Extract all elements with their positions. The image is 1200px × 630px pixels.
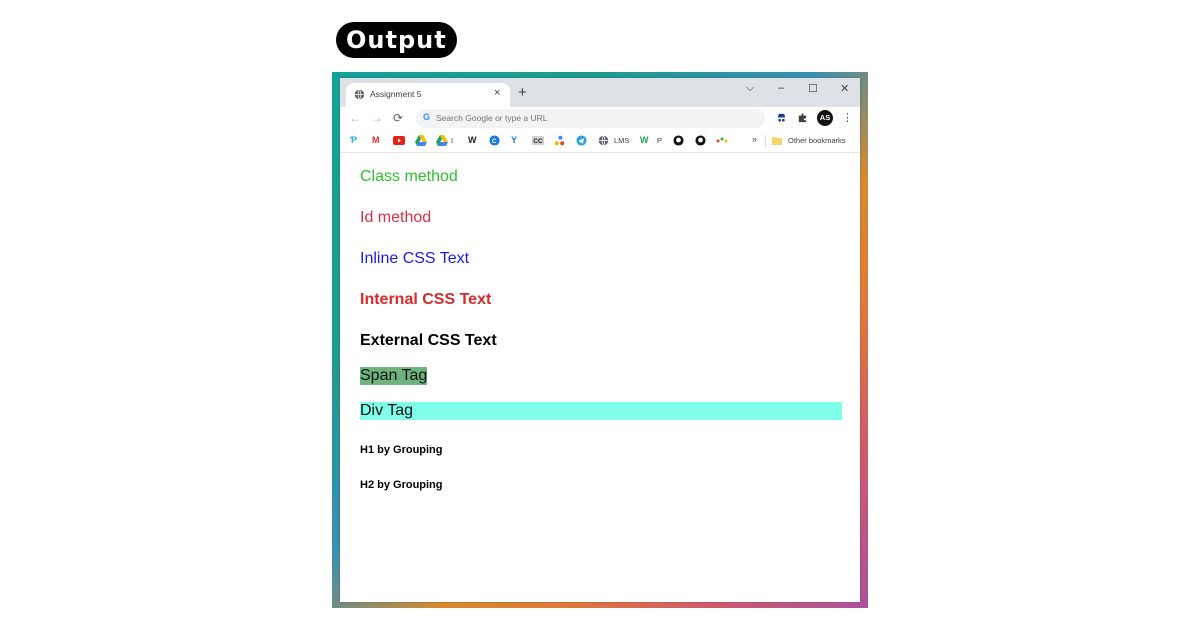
youtube-icon[interactable] xyxy=(393,136,405,145)
class-method-text: Class method xyxy=(360,168,458,185)
menu-icon[interactable]: ⋮ xyxy=(842,111,853,124)
external-css-text: External CSS Text xyxy=(360,332,497,349)
chrome-c-icon[interactable]: C xyxy=(489,135,500,146)
colorful-icon[interactable] xyxy=(716,136,729,144)
inline-css-text: Inline CSS Text xyxy=(360,250,470,267)
tab-close-icon[interactable]: × xyxy=(494,87,500,99)
drive-icon-2[interactable] xyxy=(436,135,448,146)
omnibox[interactable]: G xyxy=(416,109,765,128)
minimize-button[interactable]: – xyxy=(778,82,784,94)
forward-button[interactable]: → xyxy=(371,111,383,125)
bookmark-label-lms[interactable]: LMS xyxy=(614,136,629,145)
github-icon-2[interactable] xyxy=(695,135,706,146)
span-tag-text: Span Tag xyxy=(360,367,428,385)
address-input[interactable] xyxy=(436,111,756,125)
gmail-icon[interactable]: M xyxy=(372,135,380,146)
google-icon: G xyxy=(423,112,431,122)
bookmark-label-i[interactable]: I xyxy=(451,136,453,145)
svg-text:C: C xyxy=(492,138,497,145)
maximize-button[interactable]: ☐ xyxy=(808,82,818,95)
browser-window: Assignment 5 × + ⌵ – ☐ ✕ ← → ⟳ G AS ⋮ Ƥ … xyxy=(340,78,860,602)
h1-grouping-heading: H1 by Grouping xyxy=(360,444,443,456)
dots-icon[interactable] xyxy=(554,135,565,146)
bookmark-label-p[interactable]: P xyxy=(657,136,662,145)
tab-assignment-5[interactable]: Assignment 5 × xyxy=(346,83,510,107)
bookmarks-bar: Ƥ M I W C Y CC LMS W P » Other bookmarks xyxy=(340,130,860,153)
svg-text:CC: CC xyxy=(533,138,543,145)
id-method-text: Id method xyxy=(360,209,432,226)
back-button[interactable]: ← xyxy=(349,111,361,125)
bookmark-y-icon[interactable]: Y xyxy=(511,135,517,146)
new-tab-button[interactable]: + xyxy=(518,85,527,100)
div-tag-text: Div Tag xyxy=(360,402,842,420)
globe-icon xyxy=(354,89,365,100)
other-bookmarks[interactable]: Other bookmarks xyxy=(788,136,846,145)
bookmark-p-icon[interactable]: Ƥ xyxy=(350,135,357,146)
close-window-button[interactable]: ✕ xyxy=(840,82,849,95)
globe-bookmark-icon[interactable] xyxy=(598,135,609,146)
bookmarks-divider xyxy=(765,135,766,147)
bookmark-w-icon[interactable]: W xyxy=(468,135,477,146)
bookmarks-overflow-icon[interactable]: » xyxy=(752,134,757,144)
profile-avatar[interactable]: AS xyxy=(817,110,833,126)
output-badge: Output xyxy=(336,22,457,58)
extensions-icon[interactable] xyxy=(797,112,808,123)
reload-button[interactable]: ⟳ xyxy=(393,111,403,125)
telegram-icon[interactable] xyxy=(576,135,587,146)
incognito-icon[interactable] xyxy=(776,112,787,123)
internal-css-text: Internal CSS Text xyxy=(360,291,492,308)
h2-grouping-heading: H2 by Grouping xyxy=(360,479,443,491)
github-icon[interactable] xyxy=(673,135,684,146)
tab-search-icon[interactable]: ⌵ xyxy=(746,82,754,95)
drive-icon[interactable] xyxy=(415,135,427,146)
title-bar: Assignment 5 × + ⌵ – ☐ ✕ xyxy=(340,78,860,107)
bookmark-w2-icon[interactable]: W xyxy=(640,135,649,146)
toolbar: ← → ⟳ G AS ⋮ xyxy=(340,107,860,130)
tab-title: Assignment 5 xyxy=(370,89,422,99)
cc-icon[interactable]: CC xyxy=(532,136,544,145)
folder-icon[interactable] xyxy=(772,136,782,145)
